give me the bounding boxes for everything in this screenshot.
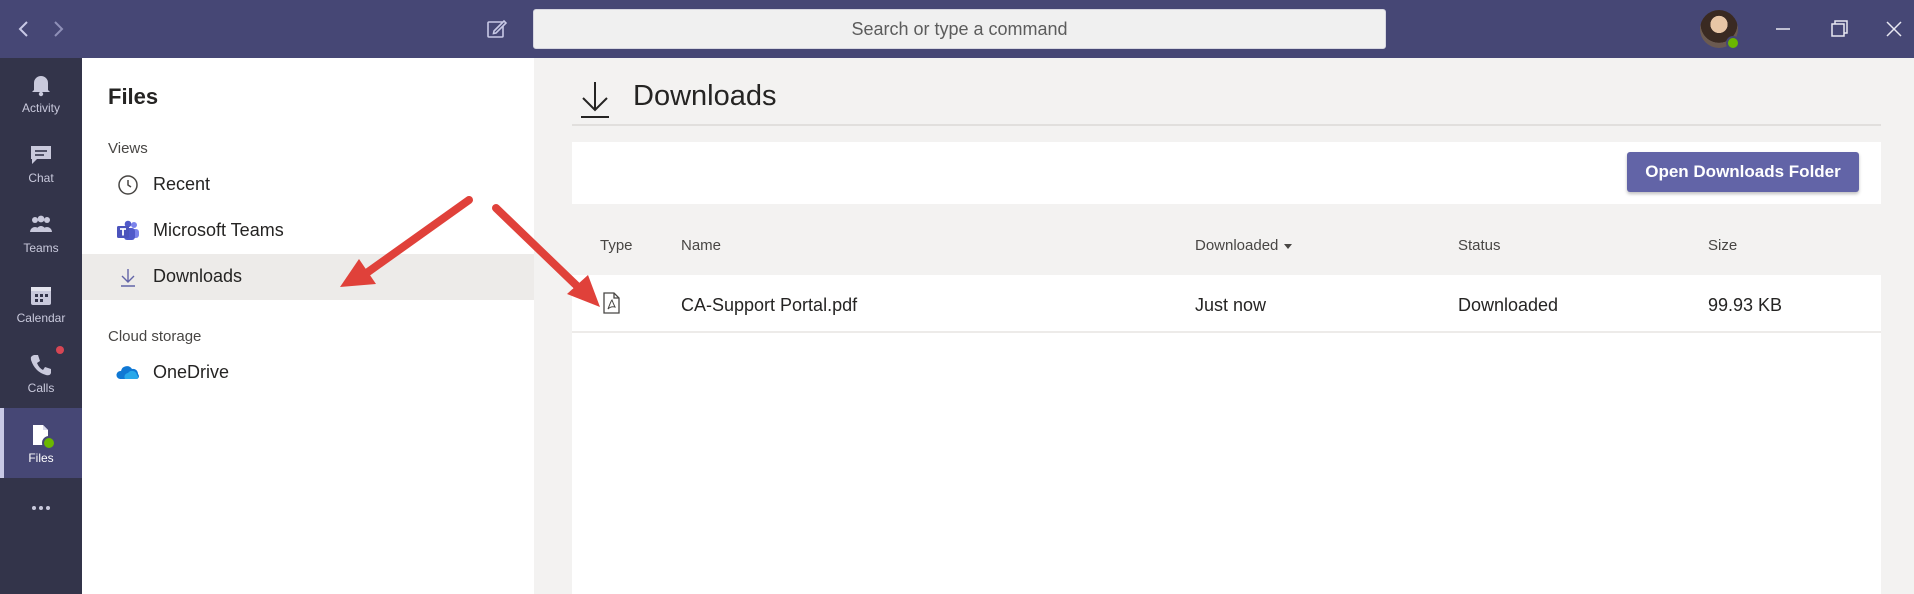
rail-item-calendar[interactable]: Calendar xyxy=(0,268,82,338)
sync-check-icon xyxy=(42,436,56,450)
avatar[interactable] xyxy=(1700,10,1740,50)
nav-item-microsoft-teams[interactable]: Microsoft Teams xyxy=(82,208,534,254)
teams-logo-icon xyxy=(117,220,139,240)
rail-label: Activity xyxy=(21,100,60,115)
column-header-label: Downloaded xyxy=(1195,237,1279,254)
rail-item-calls[interactable]: Calls xyxy=(0,338,82,408)
rail-item-teams[interactable]: Teams xyxy=(0,198,82,268)
rail-label: Teams xyxy=(23,240,59,255)
more-options-icon xyxy=(32,506,50,510)
more-apps-button[interactable] xyxy=(0,478,82,538)
forward-arrow-icon[interactable] xyxy=(46,17,70,41)
rail-item-activity[interactable]: Activity xyxy=(0,58,82,128)
open-downloads-folder-button[interactable]: Open Downloads Folder xyxy=(1627,152,1859,192)
app-rail: Activity Chat Teams Calendar Calls Files xyxy=(0,58,82,594)
missed-call-indicator-icon xyxy=(56,346,64,354)
onedrive-cloud-icon xyxy=(116,366,139,379)
chat-icon xyxy=(31,145,51,164)
calendar-icon xyxy=(31,286,51,305)
nav-item-label: Downloads xyxy=(153,266,243,286)
phone-icon xyxy=(30,354,51,375)
panel-title: Files xyxy=(108,84,159,109)
column-header-status: Status xyxy=(1458,237,1501,254)
restore-icon[interactable] xyxy=(1824,14,1854,44)
download-status: Downloaded xyxy=(1458,295,1559,315)
table-row[interactable]: CA-Support Portal.pdf Just now Downloade… xyxy=(572,275,1881,333)
title-bar: Search or type a command xyxy=(0,0,1914,58)
cloud-storage-section-label: Cloud storage xyxy=(108,328,202,345)
nav-item-label: Microsoft Teams xyxy=(153,220,284,240)
page-title: Downloads xyxy=(633,80,777,112)
presence-available-icon xyxy=(1726,36,1740,50)
search-input[interactable]: Search or type a command xyxy=(533,9,1386,49)
nav-item-downloads[interactable]: Downloads xyxy=(82,254,534,300)
pdf-file-icon xyxy=(603,292,620,314)
rail-label: Calls xyxy=(27,380,55,395)
column-header-name[interactable]: Name xyxy=(681,237,721,254)
header-divider xyxy=(572,124,1881,126)
downloaded-time: Just now xyxy=(1195,295,1267,315)
nav-item-onedrive[interactable]: OneDrive xyxy=(82,350,534,396)
rail-item-files[interactable]: Files xyxy=(0,408,82,478)
column-header-type: Type xyxy=(600,237,633,254)
compose-icon[interactable] xyxy=(484,16,510,42)
bell-icon xyxy=(32,75,50,96)
file-name[interactable]: CA-Support Portal.pdf xyxy=(681,295,857,316)
files-panel: Files Views Recent Microsoft Teams Downl… xyxy=(82,58,534,594)
download-icon xyxy=(121,269,135,287)
rail-label: Files xyxy=(28,450,54,465)
nav-item-recent[interactable]: Recent xyxy=(82,162,534,208)
teams-icon xyxy=(30,215,52,232)
column-header-downloaded[interactable]: Downloaded xyxy=(1195,237,1293,254)
file-list-empty-area xyxy=(572,333,1881,594)
rail-item-chat[interactable]: Chat xyxy=(0,128,82,198)
file-size: 99.93 KB xyxy=(1708,295,1783,315)
views-section-label: Views xyxy=(108,140,148,157)
rail-label: Calendar xyxy=(16,310,66,325)
clock-icon xyxy=(118,175,138,195)
minimize-icon[interactable] xyxy=(1768,14,1798,44)
close-icon[interactable] xyxy=(1879,14,1909,44)
back-arrow-icon[interactable] xyxy=(12,17,36,41)
rail-label: Chat xyxy=(28,170,54,185)
nav-item-label: OneDrive xyxy=(153,362,230,382)
sort-descending-icon[interactable] xyxy=(1284,243,1293,249)
nav-item-label: Recent xyxy=(153,174,211,194)
download-icon xyxy=(581,82,609,118)
column-header-size: Size xyxy=(1708,237,1738,254)
